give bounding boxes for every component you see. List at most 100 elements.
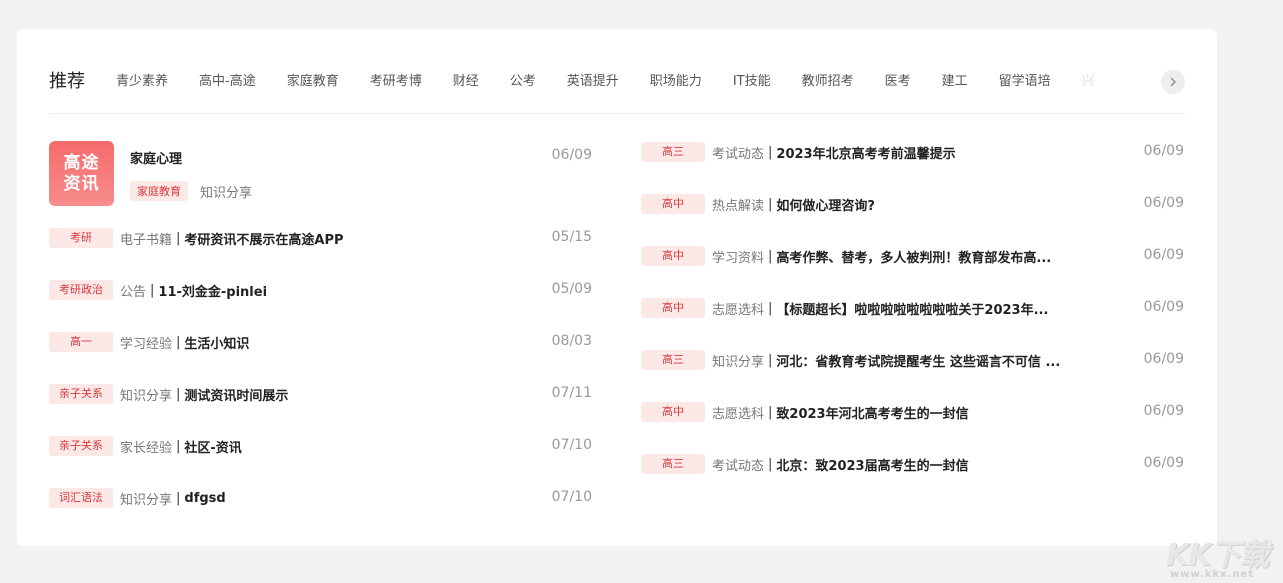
list-item[interactable]: 高一 学习经验 | 生活小知识 08/03 [49,331,592,383]
news-title[interactable]: 测试资讯时间展示 [184,385,288,404]
list-item[interactable]: 高中 学习资料 | 高考作弊、替考，多人被判刑！教育部发布高... 06/09 [641,245,1184,297]
news-badge: 高三 [641,454,705,474]
news-title[interactable]: 社区-资讯 [184,437,241,456]
list-item[interactable]: 词汇语法 知识分享 | dfgsd 07/10 [49,487,592,539]
tab-teacher-exam[interactable]: 教师招考 [802,67,854,97]
featured-tags: 家庭教育 知识分享 [130,181,252,201]
news-category: 学习资料 [712,250,765,266]
tab-youth-literacy[interactable]: 青少素养 [116,67,168,97]
separator: | [150,282,155,298]
list-item[interactable]: 高三 知识分享 | 河北：省教育考试院提醒考生 这些谣言不可信 ... 06/0… [641,349,1184,401]
news-badge: 高一 [49,332,113,352]
news-category: 知识分享 [120,388,173,404]
news-column-right: 高三 考试动态 | 2023年北京高考考前温馨提示 06/09 高中 热点解读 … [641,141,1184,505]
news-date: 06/09 [1143,403,1184,419]
tab-recommend[interactable]: 推荐 [49,67,85,97]
news-date: 06/09 [1143,299,1184,315]
list-item[interactable]: 高三 考试动态 | 2023年北京高考考前温馨提示 06/09 [641,141,1184,193]
tab-fade [1109,67,1169,97]
news-date: 07/11 [551,385,592,401]
news-date: 06/09 [1143,143,1184,159]
news-date: 08/03 [551,333,592,349]
news-category: 家长经验 [120,440,173,456]
news-date: 06/09 [1143,455,1184,471]
featured-tag-secondary: 知识分享 [200,185,253,201]
news-badge: 亲子关系 [49,436,113,456]
news-date: 07/10 [551,437,592,453]
tab-civil-service[interactable]: 公考 [510,67,536,97]
news-title[interactable]: 高考作弊、替考，多人被判刑！教育部发布高... [776,247,1051,266]
news-badge: 高中 [641,246,705,266]
news-title[interactable]: 2023年北京高考考前温馨提示 [776,143,955,162]
news-title[interactable]: 11-刘金金-pinlei [158,281,267,300]
tab-family-education[interactable]: 家庭教育 [287,67,339,97]
list-item[interactable]: 高三 考试动态 | 北京：致2023届高考生的一封信 06/09 [641,453,1184,505]
list-item[interactable]: 高中 志愿选科 | 【标题超长】啦啦啦啦啦啦啦啦关于2023年... 06/09 [641,297,1184,349]
tab-scroll-next-button[interactable] [1161,70,1185,94]
tab-construction[interactable]: 建工 [942,67,968,97]
list-item[interactable]: 高中 志愿选科 | 致2023年河北高考考生的一封信 06/09 [641,401,1184,453]
news-badge: 词汇语法 [49,488,113,508]
list-item[interactable]: 考研 电子书籍 | 考研资讯不展示在高途APP 05/15 [49,227,592,279]
separator: | [176,438,181,454]
featured-tag: 家庭教育 [130,181,188,201]
tab-high-school[interactable]: 高中-高途 [199,67,256,97]
list-item[interactable]: 考研政治 公告 | 11-刘金金-pinlei 05/09 [49,279,592,331]
news-column-left: 高途资讯 家庭心理 家庭教育 知识分享 06/09 考研 电子书籍 | 考研资讯… [49,141,592,539]
news-category: 电子书籍 [120,232,173,248]
tab-career[interactable]: 职场能力 [650,67,702,97]
separator: | [768,144,773,160]
news-title[interactable]: 【标题超长】啦啦啦啦啦啦啦啦关于2023年... [776,299,1048,318]
news-category: 考试动态 [712,146,765,162]
list-item[interactable]: 亲子关系 家长经验 | 社区-资讯 07/10 [49,435,592,487]
separator: | [768,352,773,368]
news-title[interactable]: dfgsd [184,491,225,506]
news-date: 05/09 [551,281,592,297]
separator: | [176,230,181,246]
featured-date: 06/09 [551,147,592,163]
tab-medical-exam[interactable]: 医考 [885,67,911,97]
news-badge: 考研 [49,228,113,248]
tab-it-skills[interactable]: IT技能 [733,67,771,97]
news-date: 05/15 [551,229,592,245]
news-date: 06/09 [1143,247,1184,263]
watermark-url: www.kkx.net [1170,569,1255,580]
list-item[interactable]: 高中 热点解读 | 如何做心理咨询? 06/09 [641,193,1184,245]
news-title[interactable]: 考研资讯不展示在高途APP [184,229,343,248]
news-title[interactable]: 生活小知识 [184,333,249,352]
featured-title[interactable]: 家庭心理 [130,148,182,167]
tab-postgraduate[interactable]: 考研考博 [370,67,422,97]
tab-finance[interactable]: 财经 [453,67,479,97]
separator: | [768,404,773,420]
site-watermark: KK下载 www.kkx.net [1160,528,1280,583]
separator: | [176,386,181,402]
news-category: 考试动态 [712,458,765,474]
watermark-logo: KK下载 [1166,538,1269,573]
news-title[interactable]: 如何做心理咨询? [776,195,875,214]
featured-item[interactable]: 高途资讯 家庭心理 家庭教育 知识分享 06/09 [49,141,592,207]
news-badge: 高中 [641,298,705,318]
list-item[interactable]: 亲子关系 知识分享 | 测试资讯时间展示 07/11 [49,383,592,435]
news-category: 志愿选科 [712,302,765,318]
news-date: 06/09 [1143,351,1184,367]
tab-english[interactable]: 英语提升 [567,67,619,97]
news-category: 知识分享 [712,354,765,370]
news-title[interactable]: 河北：省教育考试院提醒考生 这些谣言不可信 ... [776,351,1060,370]
separator: | [176,334,181,350]
featured-thumbnail-text: 高途资讯 [63,152,100,194]
news-category: 知识分享 [120,492,173,508]
news-badge: 高中 [641,194,705,214]
tab-hidden[interactable]: 兴 [1082,67,1095,97]
separator: | [176,490,181,506]
chevron-right-icon [1170,77,1176,87]
news-title[interactable]: 致2023年河北高考考生的一封信 [776,403,968,422]
tab-study-abroad[interactable]: 留学语培 [999,67,1051,97]
news-category: 学习经验 [120,336,173,352]
separator: | [768,196,773,212]
news-badge: 考研政治 [49,280,113,300]
news-title[interactable]: 北京：致2023届高考生的一封信 [776,455,968,474]
news-badge: 高三 [641,142,705,162]
news-category: 热点解读 [712,198,765,214]
featured-thumbnail[interactable]: 高途资讯 [49,141,114,206]
news-category: 志愿选科 [712,406,765,422]
